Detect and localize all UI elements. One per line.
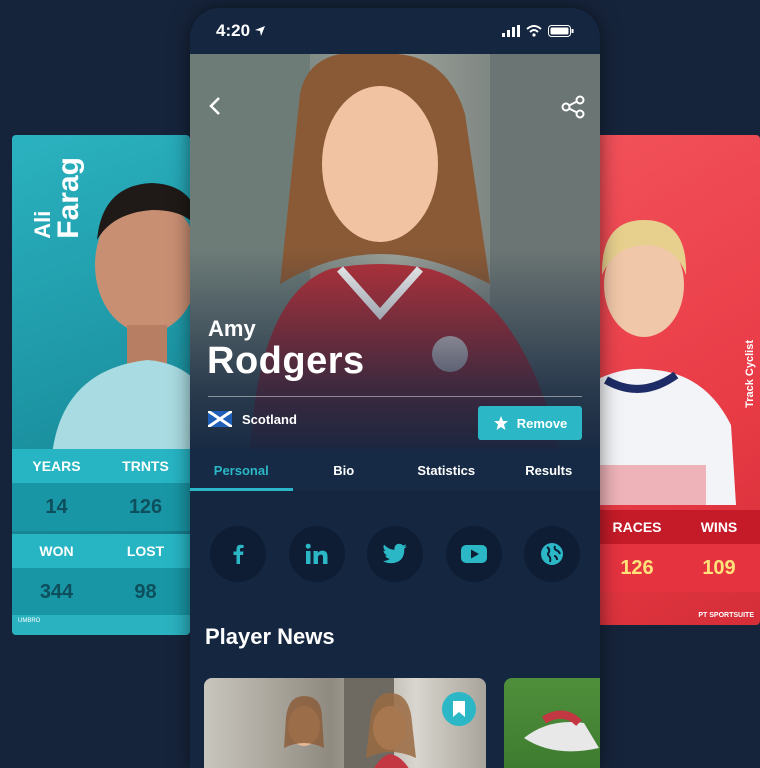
social-links bbox=[210, 526, 580, 582]
remove-button[interactable]: Remove bbox=[478, 406, 582, 440]
stat-label: WINS bbox=[700, 519, 738, 535]
status-time: 4:20 bbox=[216, 21, 266, 41]
stats-row-2: WON LOST 344 98 bbox=[12, 534, 190, 616]
player-country: Scotland bbox=[208, 411, 297, 427]
status-icons bbox=[502, 25, 574, 37]
tab-results[interactable]: Results bbox=[498, 449, 601, 491]
bookmark-button[interactable] bbox=[442, 692, 476, 726]
location-arrow-icon bbox=[255, 26, 266, 36]
stat-value: 14 bbox=[45, 495, 68, 518]
player-hero: Amy Rodgers Scotland Remove bbox=[190, 54, 600, 449]
linkedin-icon bbox=[305, 543, 327, 564]
facebook-icon bbox=[233, 544, 244, 564]
stat-label: LOST bbox=[126, 543, 165, 559]
brand-logo: UMBRO bbox=[18, 618, 41, 624]
stats-values-right: 126 109 bbox=[596, 544, 760, 592]
scotland-flag-icon bbox=[208, 411, 232, 427]
player-first-name: Amy bbox=[208, 316, 256, 341]
country-label: Scotland bbox=[242, 411, 297, 427]
player-card-right[interactable]: Track Cyclist RACES WINS 126 109 PT SPOR… bbox=[596, 135, 760, 625]
player-last-name: Rodgers bbox=[207, 340, 365, 382]
stat-value: 126 bbox=[128, 495, 163, 518]
player-first-name: Ali bbox=[30, 210, 55, 239]
news-card[interactable] bbox=[204, 678, 486, 768]
globe-icon bbox=[541, 543, 563, 565]
twitter-icon bbox=[382, 543, 407, 564]
player-card-left[interactable]: Ali Farag YEARS TRNTS 14 126 WON LOST 34… bbox=[12, 135, 190, 635]
status-bar: 4:20 bbox=[190, 8, 600, 54]
tab-bio[interactable]: Bio bbox=[293, 449, 396, 491]
battery-icon bbox=[548, 25, 574, 37]
tab-personal[interactable]: Personal bbox=[190, 449, 293, 491]
stat-value: 126 bbox=[620, 556, 654, 579]
wifi-icon bbox=[526, 25, 542, 37]
player-role: Track Cyclist bbox=[744, 340, 756, 408]
signal-icon bbox=[502, 25, 520, 37]
news-card[interactable] bbox=[504, 678, 600, 768]
stats-row-1: YEARS TRNTS 14 126 bbox=[12, 449, 190, 531]
phone-screen: 4:20 Amy Rodgers Scotland Remove Persona… bbox=[190, 8, 600, 768]
player-name-left: Ali Farag bbox=[30, 157, 85, 239]
player-last-name: Farag bbox=[52, 157, 85, 239]
profile-tabs: Personal Bio Statistics Results bbox=[190, 449, 600, 491]
player-portrait-right bbox=[596, 220, 736, 505]
twitter-button[interactable] bbox=[367, 526, 423, 582]
youtube-button[interactable] bbox=[445, 526, 502, 582]
stat-label: WON bbox=[39, 543, 74, 559]
stat-value: 109 bbox=[702, 556, 736, 579]
stats-labels-right: RACES WINS bbox=[596, 510, 760, 544]
stat-value: 98 bbox=[134, 580, 157, 603]
time-label: 4:20 bbox=[216, 21, 251, 40]
back-chevron-icon[interactable] bbox=[204, 94, 228, 118]
youtube-icon bbox=[460, 545, 487, 563]
bookmark-icon bbox=[453, 701, 465, 717]
divider bbox=[208, 396, 582, 397]
brand-logo: PT SPORTSUITE bbox=[698, 612, 754, 619]
stat-value: 344 bbox=[39, 580, 74, 603]
player-news-heading: Player News bbox=[205, 624, 335, 649]
website-button[interactable] bbox=[524, 526, 580, 582]
share-icon[interactable] bbox=[560, 94, 586, 120]
star-icon bbox=[493, 416, 508, 430]
tab-statistics[interactable]: Statistics bbox=[395, 449, 498, 491]
news-image bbox=[284, 678, 416, 768]
stat-label: RACES bbox=[612, 519, 662, 535]
news-image bbox=[524, 710, 599, 752]
linkedin-button[interactable] bbox=[288, 526, 345, 582]
remove-label: Remove bbox=[516, 415, 568, 431]
brand-strip: UMBRO bbox=[12, 615, 190, 635]
stat-label: TRNTS bbox=[122, 458, 169, 474]
facebook-button[interactable] bbox=[210, 526, 266, 582]
stat-label: YEARS bbox=[32, 458, 81, 474]
